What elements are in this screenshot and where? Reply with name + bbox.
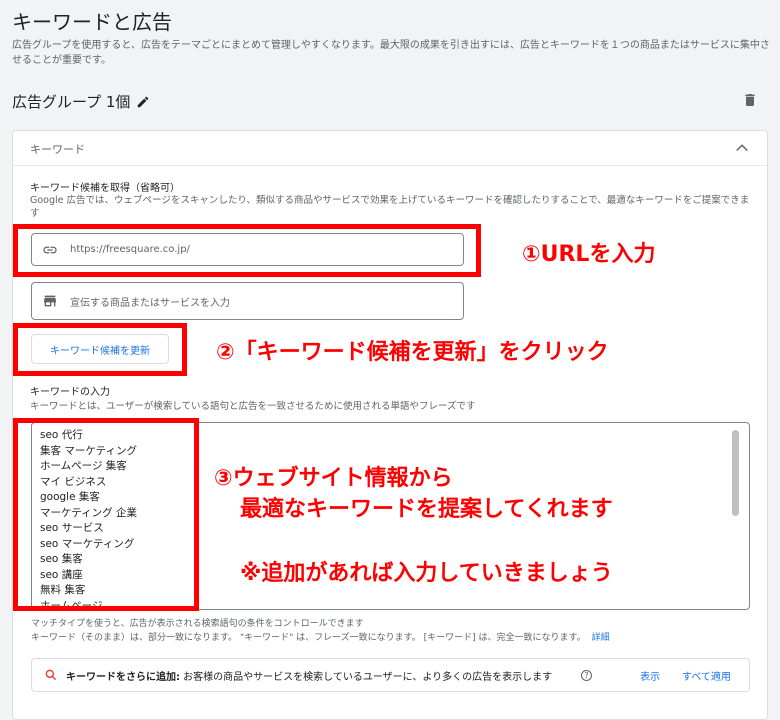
- match-type-explanation: キーワード（そのまま）は、部分一致になります。 "キーワード" は、フレーズ一致…: [31, 630, 610, 643]
- page-description: 広告グループを使用すると、広告をテーマごとにまとめて管理しやすくなります。最大限…: [12, 40, 770, 66]
- show-link[interactable]: 表示: [640, 668, 660, 683]
- chevron-up-icon[interactable]: [735, 141, 749, 153]
- product-service-input[interactable]: 宣伝する商品またはサービスを入力: [31, 282, 464, 320]
- ad-group-title-text: 広告グループ 1個: [12, 93, 131, 111]
- store-icon: [44, 295, 56, 307]
- ad-group-title: 広告グループ 1個: [12, 91, 150, 112]
- annotation-step3-line1: ③ウェブサイト情報から: [214, 466, 453, 491]
- add-more-keywords-bold: キーワードをさらに追加:: [66, 672, 180, 683]
- annotation-box-update-button: [13, 323, 187, 376]
- match-type-note: マッチタイプを使うと、広告が表示される検索語句の条件をコントロールできます: [31, 619, 364, 629]
- product-service-placeholder: 宣伝する商品またはサービスを入力: [70, 297, 230, 309]
- annotation-step2: ②「キーワード候補を更新」をクリック: [216, 340, 609, 365]
- search-icon: [45, 669, 57, 681]
- annotation-step3-line2: 最適なキーワードを提案してくれます: [240, 497, 613, 522]
- apply-all-link[interactable]: すべて適用: [682, 668, 731, 683]
- annotation-box-url: [13, 224, 481, 277]
- keyword-input-title: キーワードの入力: [30, 387, 110, 398]
- keyword-suggestions-description: Google 広告では、ウェブページをスキャンしたり、類似する商品やサービスで効…: [30, 195, 750, 219]
- add-more-keywords-text: キーワードをさらに追加: お客様の商品やサービスを検索しているユーザーに、より多…: [66, 668, 552, 683]
- keyword-input-description: キーワードとは、ユーザーが検索している語句と広告を一致させるために使用される単語…: [30, 401, 476, 412]
- pencil-icon[interactable]: [136, 95, 150, 109]
- keyword-card-header[interactable]: [12, 130, 768, 166]
- page-title: キーワードと広告: [12, 10, 172, 34]
- help-icon[interactable]: ?: [581, 670, 592, 681]
- details-link[interactable]: 詳細: [592, 633, 610, 643]
- keyword-card-header-label: キーワード: [30, 143, 85, 156]
- match-type-explanation-text: キーワード（そのまま）は、部分一致になります。 "キーワード" は、フレーズ一致…: [31, 633, 586, 643]
- annotation-box-keywords: [13, 418, 199, 611]
- annotation-step3-line3: ※追加があれば入力していきましょう: [240, 561, 613, 586]
- keyword-suggestions-title: キーワード候補を取得（省略可）: [30, 183, 180, 194]
- add-more-keywords-detail: お客様の商品やサービスを検索しているユーザーに、より多くの広告を表示します: [180, 672, 553, 683]
- textarea-scrollbar[interactable]: [732, 430, 739, 516]
- annotation-step1: ①URLを入力: [522, 242, 656, 267]
- trash-icon[interactable]: [742, 92, 758, 108]
